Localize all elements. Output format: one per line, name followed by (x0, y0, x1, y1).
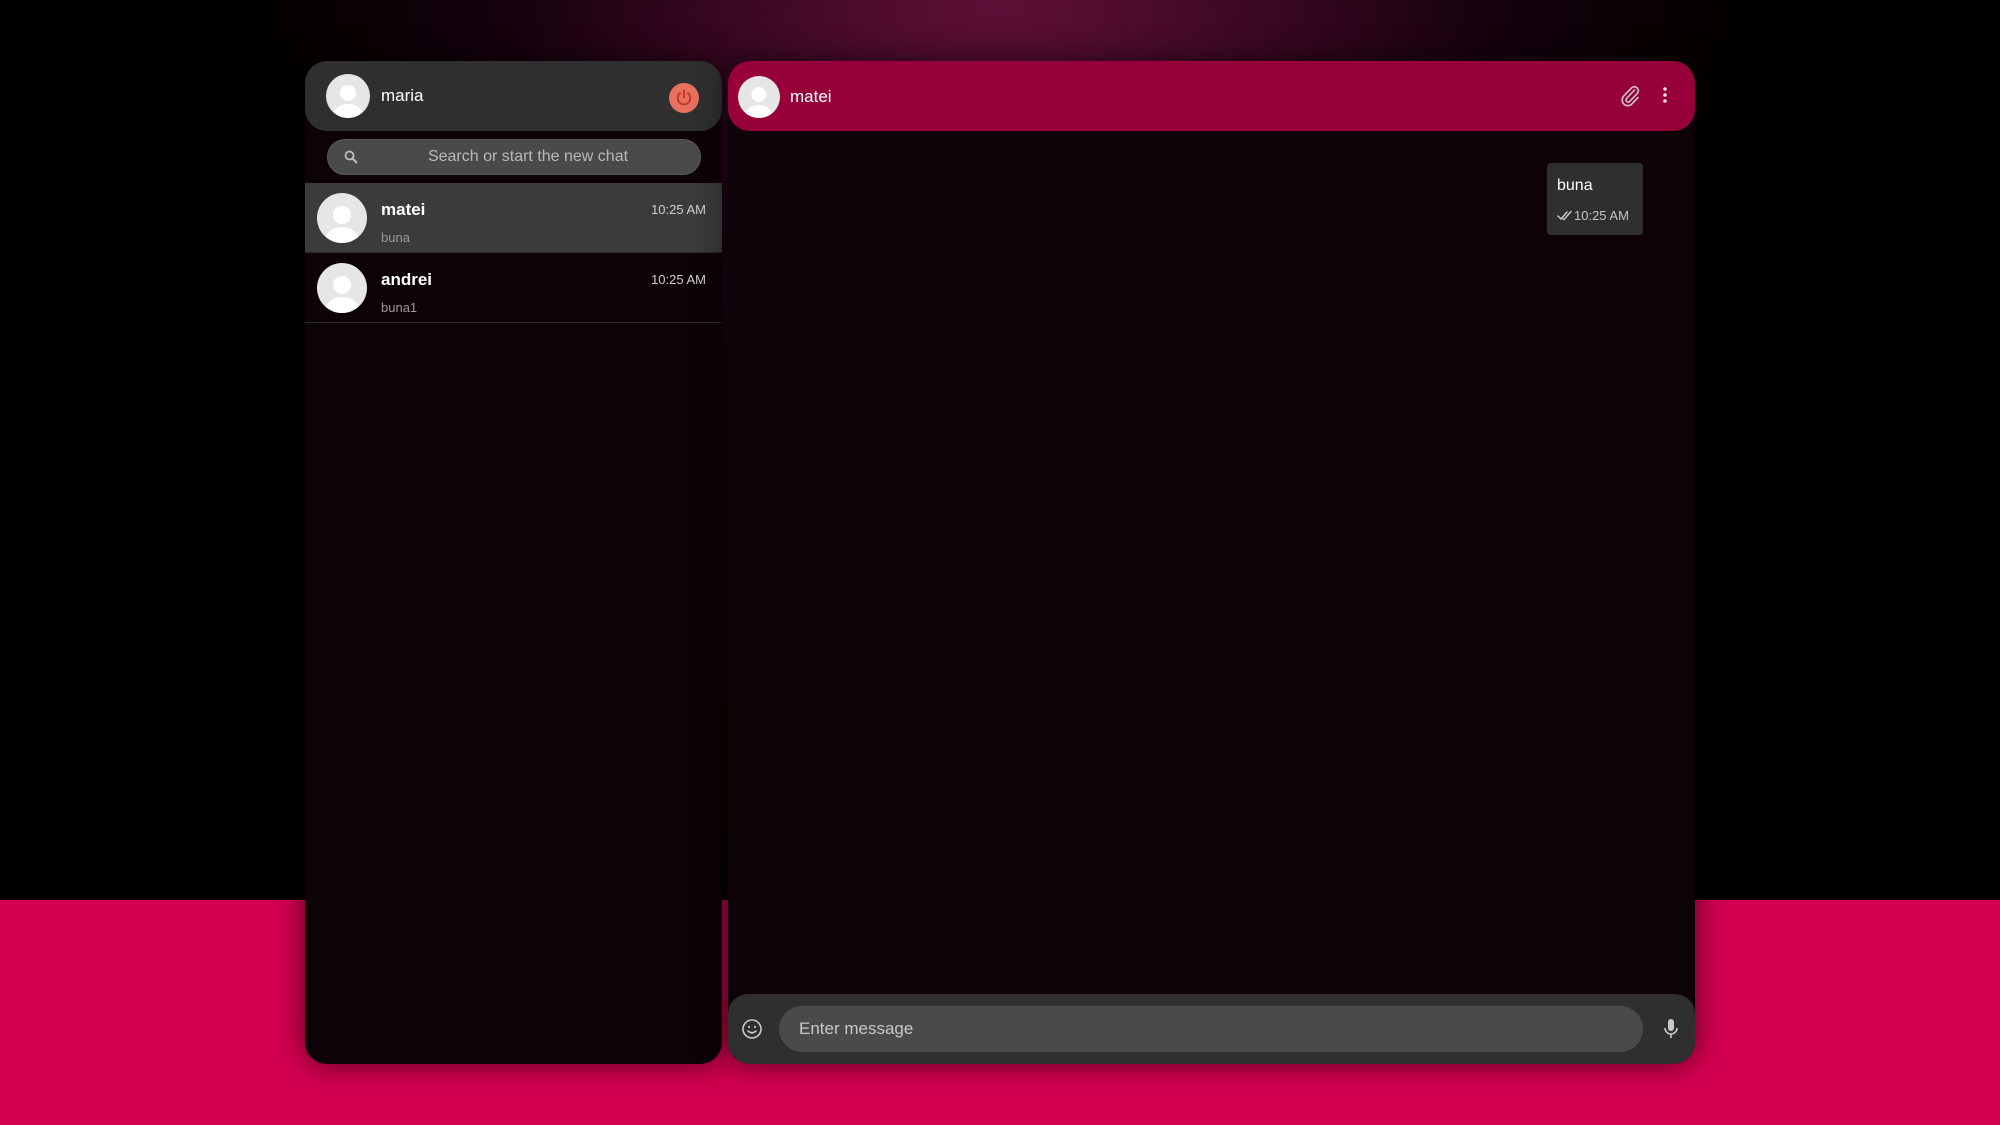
attach-button[interactable] (1619, 84, 1641, 113)
double-check-icon (1557, 210, 1572, 221)
message-composer (728, 994, 1695, 1064)
logout-button[interactable] (669, 83, 699, 113)
chat-preview: buna1 (381, 300, 418, 315)
message-text: buna (1557, 177, 1593, 194)
contact-avatar (317, 193, 367, 243)
message-input-wrapper (779, 1006, 1643, 1052)
contact-avatar[interactable] (738, 76, 780, 118)
user-avatar[interactable] (326, 74, 370, 118)
chat-time: 10:25 AM (651, 272, 706, 287)
search-icon (344, 150, 358, 164)
chat-list-item[interactable]: matei 10:25 AM buna (305, 183, 722, 253)
conversation-panel: matei buna 10:25 AM (728, 61, 1695, 1064)
paperclip-icon (1621, 85, 1640, 107)
user-header: maria (305, 61, 722, 131)
microphone-icon (1664, 1019, 1678, 1038)
user-name: maria (381, 86, 424, 105)
conversation-header: matei (728, 61, 1695, 131)
chat-time: 10:25 AM (651, 202, 706, 217)
chat-preview: buna (381, 230, 410, 245)
message-time: 10:25 AM (1574, 208, 1629, 223)
contact-name: matei (790, 87, 832, 106)
chat-list-panel: maria matei 10:25 AM buna andrei 10:25 A… (305, 61, 722, 1064)
emoji-button[interactable] (741, 1018, 763, 1045)
more-options-button[interactable] (1662, 84, 1668, 113)
search-input[interactable] (368, 140, 688, 174)
search-bar (327, 139, 701, 175)
contact-avatar (317, 263, 367, 313)
power-icon (676, 89, 692, 106)
more-vertical-icon (1663, 87, 1667, 103)
chat-name: matei (381, 200, 426, 219)
message-input[interactable] (799, 1006, 1629, 1052)
chat-name: andrei (381, 270, 433, 289)
voice-record-button[interactable] (1663, 1018, 1679, 1045)
chat-list-item[interactable]: andrei 10:25 AM buna1 (305, 253, 722, 323)
emoji-icon (742, 1019, 762, 1039)
outgoing-message: buna 10:25 AM (1547, 163, 1643, 235)
message-meta: 10:25 AM (1557, 208, 1629, 223)
